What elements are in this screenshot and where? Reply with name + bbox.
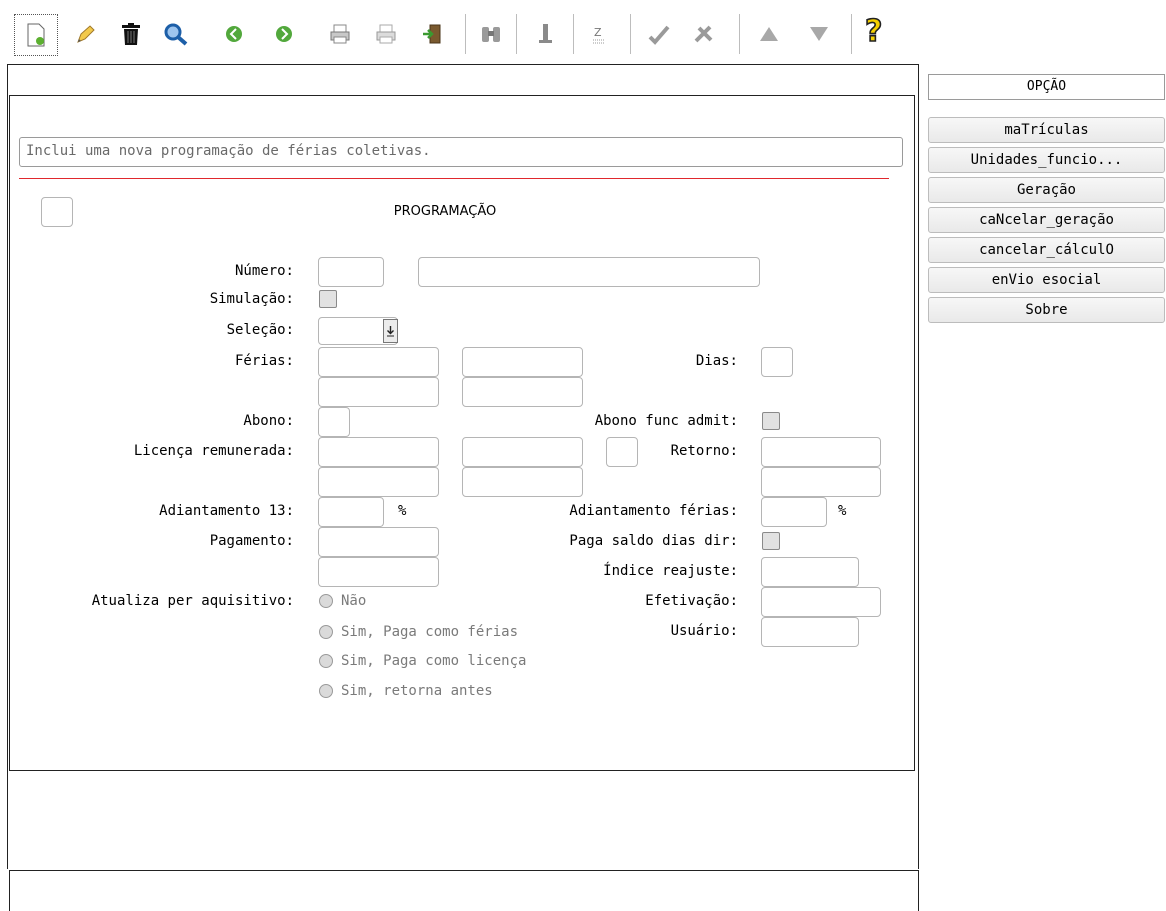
sidebar-button-sobre[interactable]: Sobre <box>928 297 1165 323</box>
red-divider <box>19 178 889 179</box>
sidebar-button-envio-esocial[interactable]: enVio esocial <box>928 267 1165 293</box>
up-icon[interactable] <box>755 20 783 48</box>
paga-saldo-checkbox[interactable] <box>762 532 780 550</box>
adiant-ferias-percent: % <box>838 503 847 519</box>
new-icon[interactable] <box>14 14 58 56</box>
numero-label: Número: <box>234 263 294 279</box>
ferias-label: Férias: <box>234 353 294 369</box>
radio-circle[interactable] <box>319 654 333 668</box>
pagamento-label: Pagamento: <box>209 533 294 549</box>
info-icon[interactable] <box>532 20 560 48</box>
adiant13-percent: % <box>398 503 407 519</box>
binoculars-icon[interactable] <box>477 20 505 48</box>
retorno-label: Retorno: <box>670 443 738 459</box>
check-icon[interactable] <box>645 20 673 48</box>
sort-icon[interactable]: Z <box>585 20 613 48</box>
chevron-down-icon[interactable] <box>383 319 398 343</box>
cancel-icon[interactable] <box>690 20 718 48</box>
efetivacao-label: Efetivação: <box>645 593 738 609</box>
sidebar-button-unidades[interactable]: Unidades_funcio... <box>928 147 1165 173</box>
radio-circle[interactable] <box>319 594 333 608</box>
indice-field[interactable] <box>761 557 859 587</box>
radio-label: Sim, Paga como licença <box>341 653 527 669</box>
sidebar-button-matriculas[interactable]: maTrículas <box>928 117 1165 143</box>
abono-label: Abono: <box>243 413 294 429</box>
atualiza-label: Atualiza per aquisitivo: <box>91 593 294 609</box>
ferias-inicio2-field[interactable] <box>318 377 439 407</box>
section-title: PROGRAMAÇÃO <box>393 204 497 219</box>
radio-sim-licenca[interactable]: Sim, Paga como licença <box>319 651 526 671</box>
radio-circle[interactable] <box>319 684 333 698</box>
usuario-label: Usuário: <box>670 623 738 639</box>
licenca-inicio-field[interactable] <box>318 437 439 467</box>
adiant13-label: Adiantamento 13: <box>159 503 294 519</box>
simulacao-checkbox[interactable] <box>319 290 337 308</box>
delete-icon[interactable] <box>117 20 145 48</box>
adiant-ferias-field[interactable] <box>761 497 827 527</box>
help-icon[interactable]: ? <box>862 14 890 46</box>
efetivacao-field[interactable] <box>761 587 881 617</box>
exit-icon[interactable] <box>418 20 446 48</box>
svg-text:?: ? <box>865 14 882 46</box>
ferias-inicio-field[interactable] <box>318 347 439 377</box>
svg-text:Z: Z <box>594 26 602 39</box>
paga-saldo-label: Paga saldo dias dir: <box>569 533 738 549</box>
next-icon[interactable] <box>270 20 298 48</box>
simulacao-label: Simulação: <box>209 291 294 307</box>
previous-icon[interactable] <box>220 20 248 48</box>
dias-label: Dias: <box>695 353 738 369</box>
radio-circle[interactable] <box>319 625 333 639</box>
sidebar-button-geracao[interactable]: Geração <box>928 177 1165 203</box>
abono-field[interactable] <box>318 407 350 437</box>
sidebar-button-cancelar-calculo[interactable]: cancelar_cálculO <box>928 237 1165 263</box>
adiant-ferias-label: Adiantamento férias: <box>569 503 738 519</box>
sidebar-header: OPÇÃO <box>928 74 1165 100</box>
ferias-fim-field[interactable] <box>462 347 583 377</box>
retorno-field[interactable] <box>761 437 881 467</box>
print-icon[interactable] <box>326 20 354 48</box>
radio-retorna-antes[interactable]: Sim, retorna antes <box>319 681 493 701</box>
licenca-fim2-field[interactable] <box>462 467 583 497</box>
adiant13-field[interactable] <box>318 497 384 527</box>
sidebar-button-cancelar-geracao[interactable]: caNcelar_geração <box>928 207 1165 233</box>
print-preview-icon[interactable] <box>372 20 400 48</box>
description-field: Inclui uma nova programação de férias co… <box>19 137 903 167</box>
radio-label: Sim, retorna antes <box>341 683 493 699</box>
pagamento2-field[interactable] <box>318 557 439 587</box>
usuario-field[interactable] <box>761 617 859 647</box>
dias-field[interactable] <box>761 347 793 377</box>
radio-nao[interactable]: Não <box>319 591 366 611</box>
search-icon[interactable] <box>162 20 190 48</box>
abono-func-label: Abono func admit: <box>594 413 738 429</box>
numero-desc-field[interactable] <box>418 257 760 287</box>
selecao-label: Seleção: <box>226 322 294 338</box>
abono-func-checkbox[interactable] <box>762 412 780 430</box>
filter-icon[interactable] <box>805 20 833 48</box>
ferias-fim2-field[interactable] <box>462 377 583 407</box>
licenca-label: Licença remunerada: <box>133 443 294 459</box>
radio-label: Não <box>341 593 367 609</box>
section-checkbox[interactable] <box>41 197 73 227</box>
edit-icon[interactable] <box>72 20 100 48</box>
bottom-panel <box>9 870 919 911</box>
radio-sim-ferias[interactable]: Sim, Paga como férias <box>319 622 518 642</box>
pagamento-field[interactable] <box>318 527 439 557</box>
licenca-fim-field[interactable] <box>462 437 583 467</box>
indice-label: Índice reajuste: <box>603 563 738 579</box>
radio-label: Sim, Paga como férias <box>341 624 519 640</box>
retorno2-field[interactable] <box>761 467 881 497</box>
licenca-inicio2-field[interactable] <box>318 467 439 497</box>
numero-field[interactable] <box>318 257 384 287</box>
